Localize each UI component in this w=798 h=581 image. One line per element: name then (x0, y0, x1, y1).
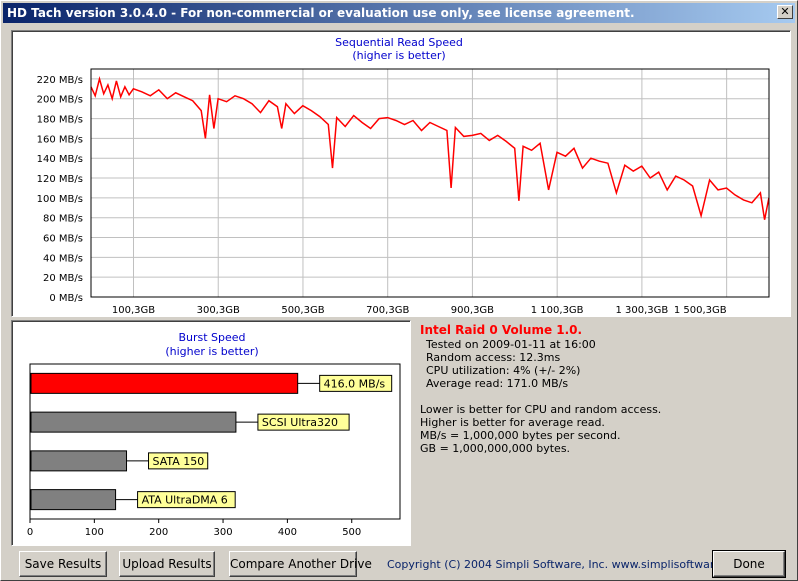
burst-bar-label: ATA UltraDMA 6 (142, 494, 228, 507)
burst-bar (30, 489, 117, 511)
seq-x-tick-label: 900,3GB (451, 305, 494, 316)
note-mbs-definition: MB/s = 1,000,000 bytes per second. (420, 429, 621, 442)
burst-x-tick-label: 400 (278, 527, 297, 538)
burst-chart-subtitle: (higher is better) (165, 345, 258, 358)
seq-y-tick-label: 220 MB/s (37, 75, 83, 86)
burst-x-tick-label: 500 (342, 527, 361, 538)
seq-x-tick-label: 300,3GB (197, 305, 240, 316)
seq-y-tick-label: 180 MB/s (37, 115, 83, 126)
save-results-button[interactable]: Save Results (19, 551, 107, 577)
average-read-text: Average read: 171.0 MB/s (426, 377, 569, 390)
compare-another-drive-button[interactable]: Compare Another Drive (229, 551, 372, 577)
seq-x-tick-label: 1 500,3GB (674, 305, 727, 316)
copyright-text: Copyright (C) 2004 Simpli Software, Inc.… (387, 558, 748, 571)
burst-x-tick-label: 300 (213, 527, 232, 538)
seq-chart-title: Sequential Read Speed (335, 36, 463, 49)
sequential-chart-panel: Sequential Read Speed (higher is better)… (11, 30, 791, 317)
done-button[interactable]: Done (712, 550, 786, 578)
burst-chart-title: Burst Speed (178, 331, 245, 344)
seq-y-tick-label: 80 MB/s (43, 214, 83, 225)
burst-bar (30, 411, 237, 433)
seq-y-tick-label: 120 MB/s (37, 174, 83, 185)
upload-results-button[interactable]: Upload Results (119, 551, 215, 577)
burst-bar-label: SATA 150 (153, 455, 205, 468)
window-title: HD Tach version 3.0.4.0 - For non-commer… (7, 6, 635, 20)
seq-y-tick-label: 160 MB/s (37, 134, 83, 145)
sequential-read-chart: Sequential Read Speed (higher is better)… (37, 36, 770, 316)
app-window: HD Tach version 3.0.4.0 - For non-commer… (0, 0, 798, 581)
seq-x-tick-label: 100,3GB (112, 305, 155, 316)
seq-x-tick-label: 500,3GB (281, 305, 324, 316)
burst-x-tick-label: 0 (27, 527, 33, 538)
seq-x-tick-label: 1 300,3GB (616, 305, 669, 316)
burst-chart-panel: Burst Speed (higher is better) 416.0 MB/… (11, 320, 411, 546)
burst-bar (30, 450, 128, 472)
results-info-panel: Intel Raid 0 Volume 1.0. Tested on 2009-… (416, 320, 796, 550)
seq-y-tick-label: 60 MB/s (43, 234, 83, 245)
close-icon[interactable]: ✕ (777, 5, 793, 19)
drive-name: Intel Raid 0 Volume 1.0. (420, 323, 583, 337)
seq-read-series-line (90, 76, 770, 220)
note-gb-definition: GB = 1,000,000,000 bytes. (420, 442, 571, 455)
seq-x-tick-label: 700,3GB (366, 305, 409, 316)
seq-y-tick-label: 0 MB/s (49, 293, 83, 304)
title-bar: HD Tach version 3.0.4.0 - For non-commer… (3, 3, 795, 23)
note-higher-better: Higher is better for average read. (420, 416, 605, 429)
cpu-utilization-text: CPU utilization: 4% (+/- 2%) (426, 364, 581, 377)
burst-bar (30, 372, 299, 394)
seq-y-tick-label: 140 MB/s (37, 154, 83, 165)
seq-x-tick-label: 1 100,3GB (531, 305, 584, 316)
seq-y-tick-label: 200 MB/s (37, 95, 83, 106)
burst-bar-label: 416.0 MB/s (324, 377, 386, 390)
burst-x-tick-label: 200 (149, 527, 168, 538)
note-lower-better: Lower is better for CPU and random acces… (420, 403, 662, 416)
burst-x-tick-label: 100 (85, 527, 104, 538)
seq-plot-frame (90, 68, 770, 298)
burst-bar-label: SCSI Ultra320 (262, 416, 338, 429)
seq-chart-subtitle: (higher is better) (352, 49, 445, 62)
seq-y-tick-label: 100 MB/s (37, 194, 83, 205)
seq-y-tick-label: 40 MB/s (43, 253, 83, 264)
tested-on-text: Tested on 2009-01-11 at 16:00 (426, 338, 596, 351)
burst-speed-chart: Burst Speed (higher is better) 416.0 MB/… (27, 331, 401, 538)
seq-y-tick-label: 20 MB/s (43, 273, 83, 284)
random-access-text: Random access: 12.3ms (426, 351, 561, 364)
